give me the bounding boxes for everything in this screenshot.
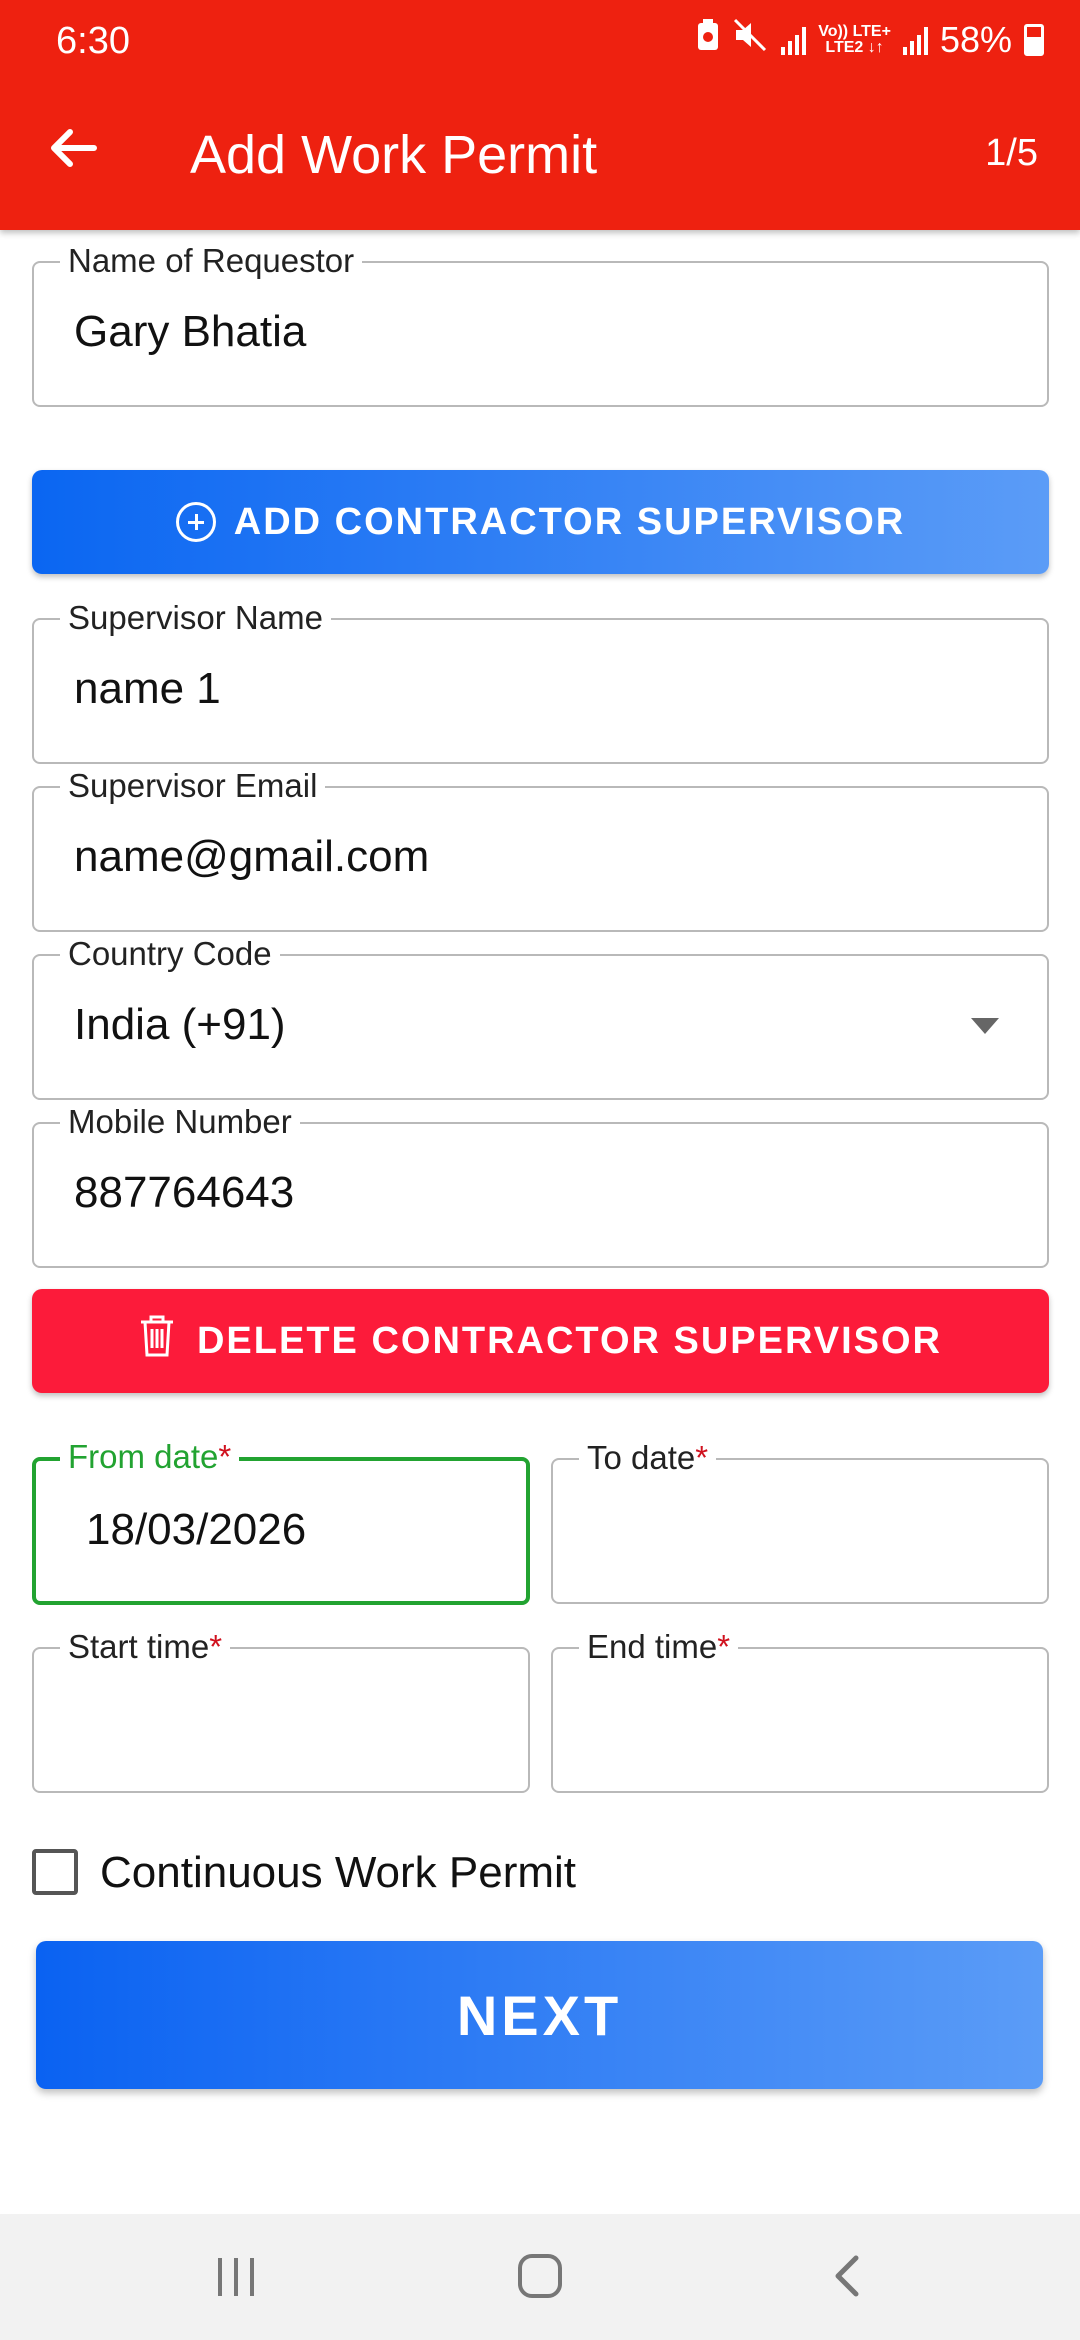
supervisor-name-field[interactable]: Supervisor Name name 1 — [32, 598, 1049, 764]
requestor-label: Name of Requestor — [60, 241, 363, 281]
recent-apps-icon[interactable] — [218, 2258, 254, 2296]
from-date-label: From date* — [60, 1437, 240, 1477]
signal-icon — [781, 25, 807, 55]
status-time: 6:30 — [56, 20, 130, 62]
supervisor-email-value: name@gmail.com — [74, 832, 430, 881]
continuous-permit-checkbox[interactable] — [32, 1849, 78, 1895]
caret-down-icon[interactable] — [971, 1018, 999, 1034]
network-type: Vo)) LTE+ LTE2 ↓↑ — [818, 22, 891, 56]
to-date-label: To date* — [579, 1438, 717, 1478]
battery-saver-icon — [695, 18, 721, 61]
requestor-field[interactable]: Name of Requestor Gary Bhatia — [32, 241, 1049, 407]
end-time-label: End time* — [579, 1627, 739, 1667]
supervisor-email-field[interactable]: Supervisor Email name@gmail.com — [32, 766, 1049, 932]
trash-icon — [139, 1314, 175, 1368]
app-header: 6:30 Vo)) LTE+ LTE2 ↓↑ 58% Add Work Perm… — [0, 0, 1080, 230]
home-icon[interactable] — [518, 2254, 562, 2298]
plus-circle-icon — [175, 502, 216, 542]
add-supervisor-label: ADD CONTRACTOR SUPERVISOR — [233, 500, 906, 543]
delete-contractor-supervisor-button[interactable]: DELETE CONTRACTOR SUPERVISOR — [32, 1289, 1049, 1393]
country-code-value: India (+91) — [74, 1000, 286, 1049]
mobile-number-value: 887764643 — [74, 1168, 295, 1217]
battery-percent: 58% — [939, 18, 1012, 60]
add-contractor-supervisor-button[interactable]: ADD CONTRACTOR SUPERVISOR — [32, 470, 1049, 574]
mute-icon — [733, 18, 769, 61]
step-indicator: 1/5 — [985, 132, 1038, 174]
country-code-label: Country Code — [60, 934, 280, 974]
system-nav-bar — [0, 2214, 1080, 2340]
requestor-value: Gary Bhatia — [74, 307, 307, 356]
signal-icon-2 — [902, 25, 928, 55]
battery-icon — [1024, 23, 1044, 56]
country-code-select[interactable]: Country Code India (+91) — [32, 934, 1049, 1100]
delete-supervisor-label: DELETE CONTRACTOR SUPERVISOR — [196, 1319, 942, 1362]
page-title: Add Work Permit — [190, 125, 598, 185]
continuous-permit-label[interactable]: Continuous Work Permit — [100, 1848, 576, 1898]
next-button[interactable]: NEXT — [36, 1941, 1043, 2089]
from-date-value: 18/03/2026 — [86, 1505, 307, 1554]
supervisor-email-label: Supervisor Email — [60, 766, 326, 806]
nav-back-icon[interactable] — [826, 2254, 870, 2298]
mobile-number-label: Mobile Number — [60, 1102, 300, 1142]
mobile-number-field[interactable]: Mobile Number 887764643 — [32, 1102, 1049, 1268]
start-time-label: Start time* — [60, 1627, 231, 1667]
arrow-left-icon[interactable] — [44, 118, 104, 178]
end-time-field[interactable]: End time* — [551, 1627, 1049, 1793]
start-time-field[interactable]: Start time* — [32, 1627, 530, 1793]
to-date-field[interactable]: To date* — [551, 1438, 1049, 1604]
status-icons: Vo)) LTE+ LTE2 ↓↑ 58% — [695, 18, 1044, 61]
from-date-field[interactable]: From date* 18/03/2026 — [32, 1437, 530, 1605]
supervisor-name-value: name 1 — [74, 664, 221, 713]
supervisor-name-label: Supervisor Name — [60, 598, 331, 638]
